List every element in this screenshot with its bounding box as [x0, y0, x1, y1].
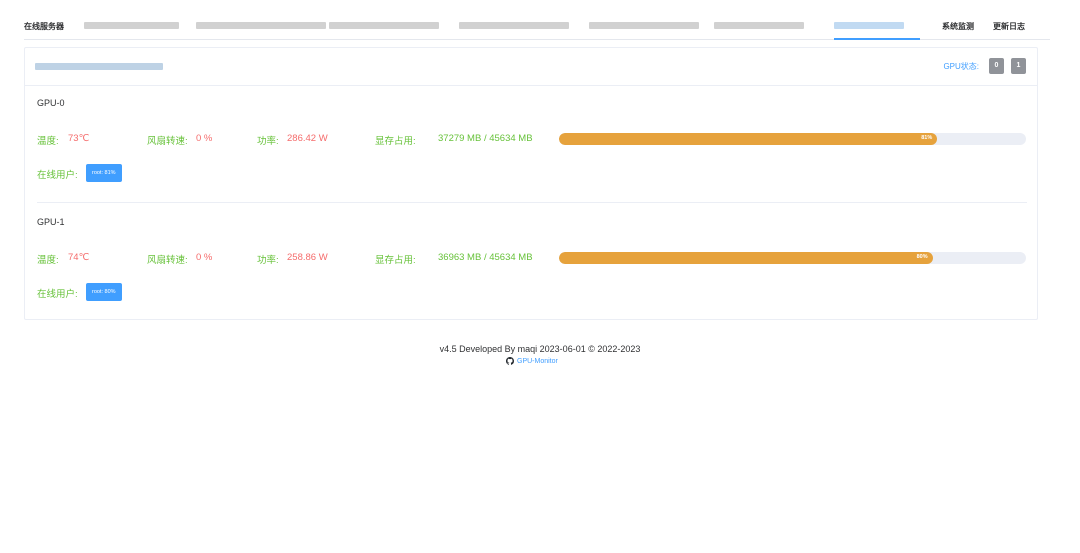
server-name-redacted	[35, 63, 163, 70]
online-users-label: 在线用户:	[37, 289, 78, 300]
memory-value: 37279 MB / 45634 MB	[438, 133, 533, 144]
temperature-value: 73℃	[68, 133, 90, 144]
server-tab-redacted[interactable]	[589, 22, 699, 29]
power-value: 286.42 W	[287, 133, 328, 144]
gpu-status-button-1[interactable]: 1	[1011, 58, 1026, 74]
temperature-label: 温度:	[37, 255, 59, 266]
server-tab-redacted[interactable]	[84, 22, 179, 29]
memory-progress-bar: 81%	[559, 133, 1026, 145]
gpu-block-0: GPU-0 温度: 73℃ 风扇转速: 0 % 功率: 286.42 W 显存占…	[37, 98, 1027, 198]
fan-speed-value: 0 %	[196, 133, 213, 144]
gpu-card: GPU状态: 0 1 GPU-0 温度: 73℃ 风扇转速: 0 % 功率: 2…	[24, 47, 1038, 320]
footer-credits: v4.5 Developed By maqi 2023-06-01 © 2022…	[439, 344, 641, 354]
user-tag[interactable]: root: 80%	[86, 283, 122, 301]
memory-progress-fill: 81%	[559, 133, 938, 145]
fan-speed-value: 0 %	[196, 252, 213, 263]
memory-progress-text: 81%	[921, 135, 933, 141]
card-header: GPU状态: 0 1	[25, 48, 1037, 86]
gpu-divider	[37, 202, 1027, 203]
memory-label: 显存占用:	[375, 136, 416, 147]
memory-value: 36963 MB / 45634 MB	[438, 252, 533, 263]
server-tab-redacted[interactable]	[714, 22, 804, 29]
gpu-status-label: GPU状态:	[943, 62, 979, 71]
power-label: 功率:	[257, 136, 279, 147]
memory-progress-fill: 80%	[559, 252, 933, 264]
gpu-title: GPU-1	[37, 217, 65, 227]
user-tag[interactable]: root: 81%	[86, 164, 122, 182]
gpu-title: GPU-0	[37, 98, 65, 108]
temperature-value: 74℃	[68, 252, 90, 263]
server-tab-redacted[interactable]	[329, 22, 439, 29]
power-value: 258.86 W	[287, 252, 328, 263]
memory-progress-text: 80%	[916, 254, 928, 260]
temperature-label: 温度:	[37, 136, 59, 147]
nav-link-system-monitor[interactable]: 系统监测	[942, 21, 974, 32]
server-tab-redacted[interactable]	[459, 22, 569, 29]
online-users-label: 在线用户:	[37, 170, 78, 181]
server-tab-redacted[interactable]	[196, 22, 326, 29]
gpu-status-button-0[interactable]: 0	[989, 58, 1004, 74]
nav-link-changelog[interactable]: 更新日志	[993, 21, 1025, 32]
github-link[interactable]: GPU-Monitor	[506, 357, 558, 365]
github-icon	[506, 357, 514, 365]
memory-progress-bar: 80%	[559, 252, 1026, 264]
power-label: 功率:	[257, 255, 279, 266]
server-tab-active-redacted[interactable]	[834, 22, 904, 29]
memory-label: 显存占用:	[375, 255, 416, 266]
fan-speed-label: 风扇转速:	[147, 136, 188, 147]
top-navigation: 在线服务器 系统监测 更新日志	[24, 14, 1050, 40]
active-tab-indicator	[834, 38, 920, 40]
github-link-label[interactable]: GPU-Monitor	[517, 358, 558, 365]
gpu-block-1: GPU-1 温度: 74℃ 风扇转速: 0 % 功率: 258.86 W 显存占…	[37, 217, 1027, 317]
online-servers-label: 在线服务器	[24, 22, 64, 31]
fan-speed-label: 风扇转速:	[147, 255, 188, 266]
